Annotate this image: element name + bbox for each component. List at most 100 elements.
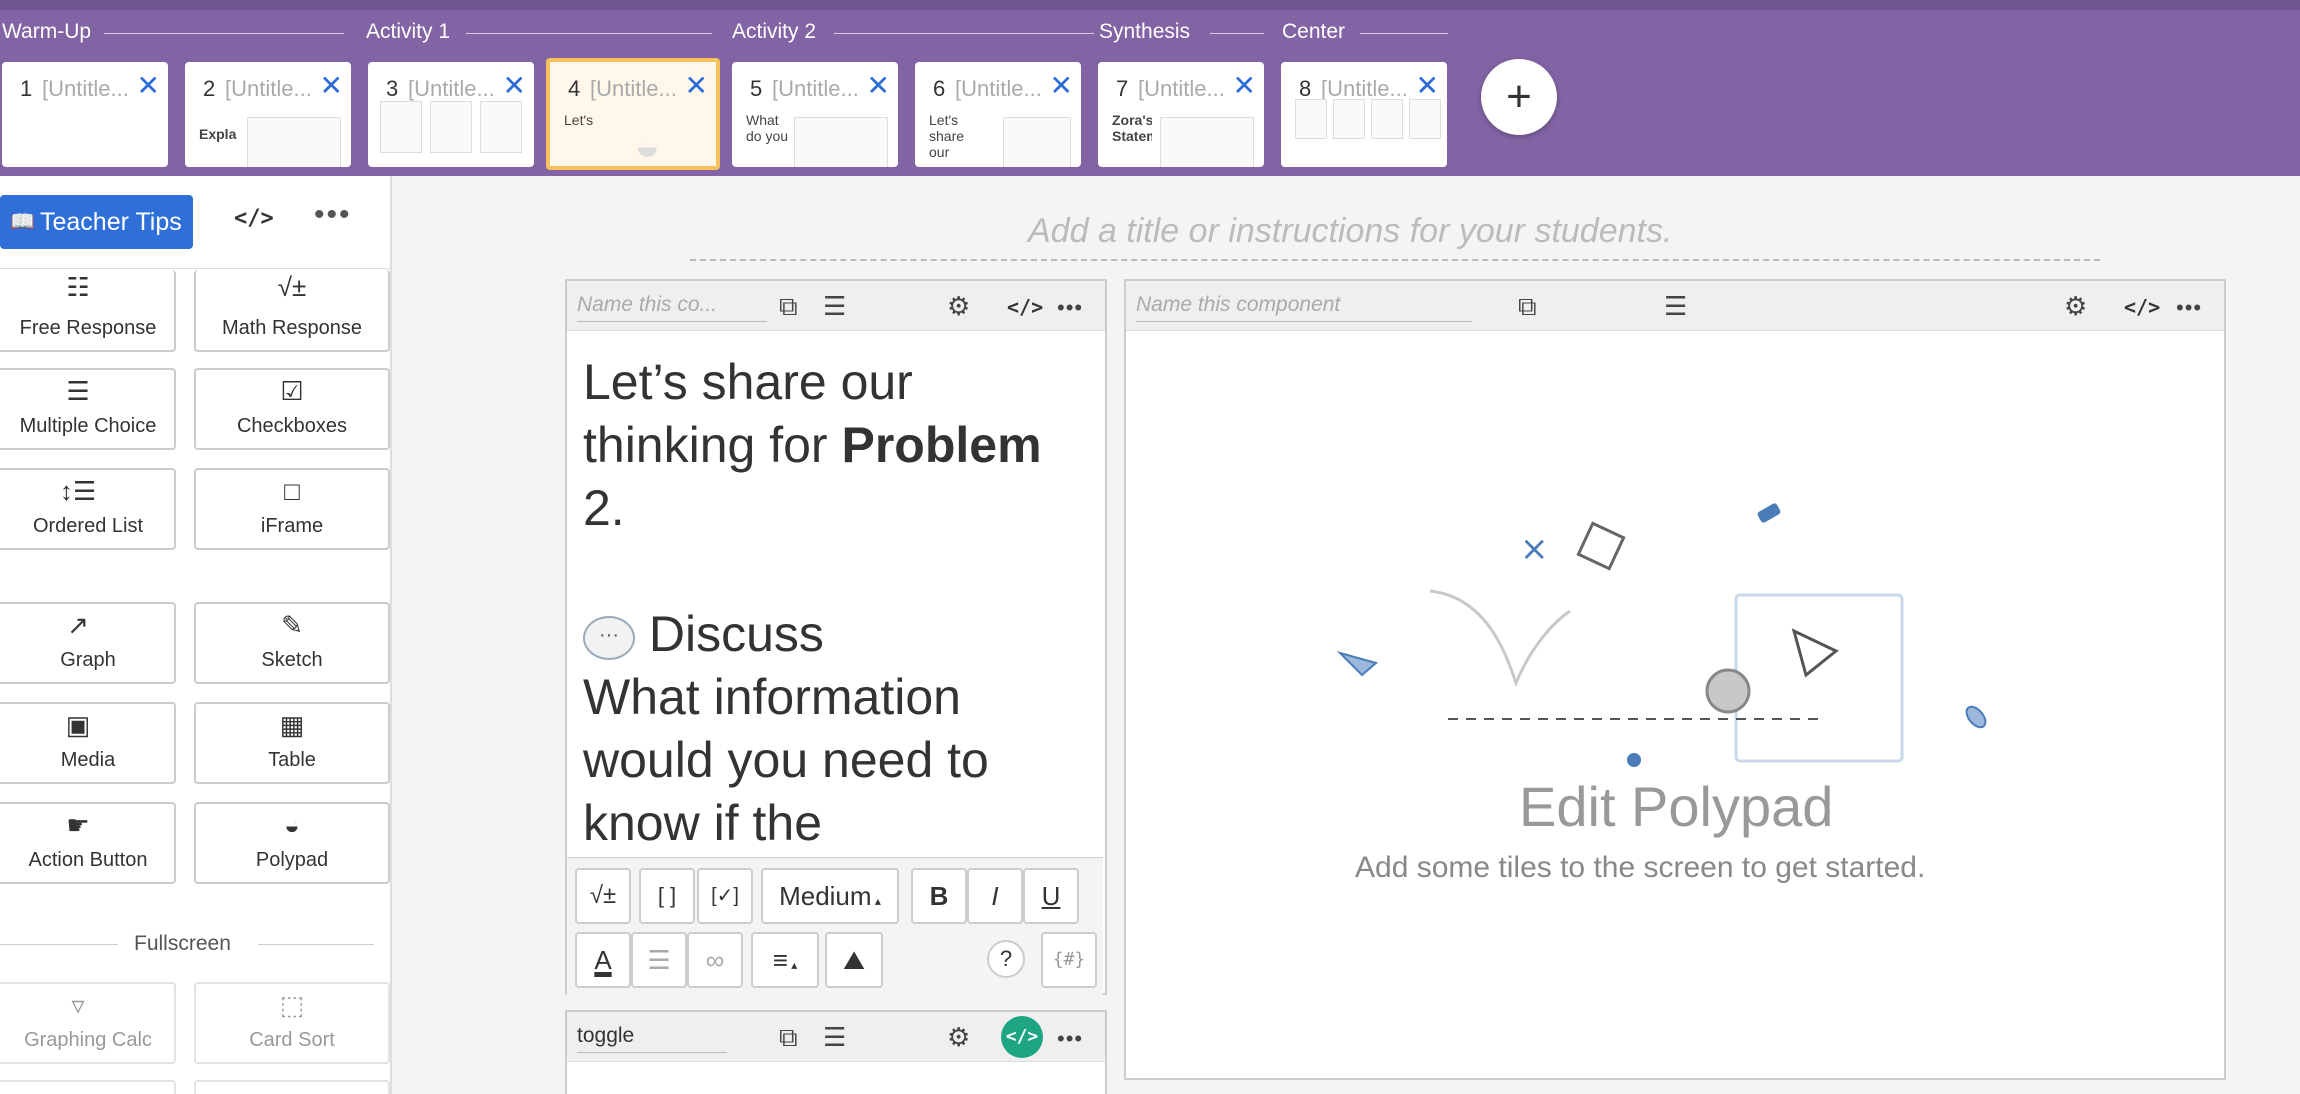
underline-button[interactable]: U [1023, 868, 1079, 924]
top-border [0, 0, 2300, 10]
italic-button[interactable]: I [967, 868, 1023, 924]
code-icon[interactable]: </> [234, 206, 274, 231]
close-icon[interactable]: ✕ [503, 72, 526, 100]
component-header: Name this component ⧉ ☰ ⚙ </> ••• [1126, 281, 2224, 331]
variable-button[interactable]: {#} [1041, 932, 1097, 988]
caret-down-icon: ▴ [871, 894, 881, 908]
close-icon[interactable]: ✕ [1050, 72, 1073, 100]
link-button[interactable]: ∞ [687, 932, 743, 988]
tile-graphing-calc[interactable]: ▿ Graphing Calc [0, 982, 176, 1064]
tile-label: Free Response [19, 317, 157, 339]
polypad-component[interactable]: Name this component ⧉ ☰ ⚙ </> ••• × [1124, 279, 2226, 1080]
text-component[interactable]: Name this co... ⧉ ☰ ⚙ </> ••• Let’s shar… [565, 279, 1107, 997]
tile-iframe[interactable]: □ iFrame [194, 468, 390, 550]
list-button[interactable]: ☰ [631, 932, 687, 988]
free-response-icon: ☷ [66, 272, 90, 302]
close-icon[interactable]: ✕ [1233, 72, 1256, 100]
add-screen-button[interactable]: + [1481, 59, 1557, 135]
screen-snippet: What do you [746, 112, 789, 144]
book-icon: 📖 [10, 211, 35, 233]
screen-number: 2 [203, 76, 216, 101]
tile-action-button[interactable]: ☛ Action Button [0, 802, 176, 884]
close-icon[interactable]: ✕ [137, 72, 160, 100]
blank-button[interactable]: [✓] [697, 868, 753, 924]
instructions-input[interactable]: Add a title or instructions for your stu… [1028, 212, 1672, 251]
tile-label: Card Sort [249, 1029, 335, 1051]
section-label-warm-up[interactable]: Warm-Up [2, 20, 91, 44]
screen-snippet: Zora's Statement [1112, 112, 1152, 144]
insert-image-button[interactable]: ⛰ [825, 932, 883, 988]
screen-card-7[interactable]: 7 [Untitle... ✕ Zora's Statement [1098, 62, 1264, 167]
tile-partial[interactable] [194, 1080, 390, 1094]
tile-label: Graphing Calc [24, 1029, 152, 1051]
screen-card-6[interactable]: 6 [Untitle... ✕ Let's share our [915, 62, 1081, 167]
toggle-component[interactable]: toggle ⧉ ☰ ⚙ </> ••• [565, 1010, 1107, 1094]
drag-handle-icon[interactable]: ☰ [823, 291, 846, 322]
tile-table[interactable]: ▦ Table [194, 702, 390, 784]
code-icon[interactable]: </> [2124, 295, 2160, 319]
math-button[interactable]: √± [575, 868, 631, 924]
brackets-button[interactable]: [ ] [639, 868, 695, 924]
component-header: Name this co... ⧉ ☰ ⚙ </> ••• [567, 281, 1105, 331]
section-label-synthesis[interactable]: Synthesis [1099, 20, 1190, 44]
align-select[interactable]: ≡ ▴ [751, 932, 819, 988]
copy-icon[interactable]: ⧉ [779, 291, 798, 323]
tile-card-sort[interactable]: ⬚ Card Sort [194, 982, 390, 1064]
code-icon[interactable]: </> [1007, 295, 1043, 319]
screen-card-5[interactable]: 5 [Untitle... ✕ What do you [732, 62, 898, 167]
tile-label: Sketch [261, 649, 323, 671]
screen-card-1[interactable]: 1 [Untitle... ✕ [2, 62, 168, 167]
screen-card-4[interactable]: 4 [Untitle... ✕ Let's ◒ [546, 58, 720, 170]
drag-handle-icon[interactable]: ☰ [823, 1022, 846, 1053]
screen-snippet: Let's share our [929, 112, 965, 160]
screen-card-2[interactable]: 2 [Untitle... ✕ Expla [185, 62, 351, 167]
tile-polypad[interactable]: ◒ Polypad [194, 802, 390, 884]
rich-text-content[interactable]: Let’s share our thinking for Problem 2. … [583, 351, 1083, 855]
panel-divider [0, 268, 390, 269]
teacher-tips-button[interactable]: 📖 Teacher Tips [0, 195, 193, 249]
screen-snippet: Expla [199, 126, 237, 142]
text-line: would you need to [583, 732, 989, 788]
more-options-icon[interactable]: ••• [314, 198, 352, 232]
screen-card-8[interactable]: 8 [Untitle... ✕ [1281, 62, 1447, 167]
text-color-button[interactable]: A [575, 932, 631, 988]
screen-card-3[interactable]: 3 [Untitle... ✕ [368, 62, 534, 167]
section-label-activity-2[interactable]: Activity 2 [732, 20, 816, 44]
close-icon[interactable]: ✕ [1416, 72, 1439, 100]
tile-multiple-choice[interactable]: ☰ Multiple Choice [0, 368, 176, 450]
tile-math-response[interactable]: √± Math Response [194, 270, 390, 352]
close-icon[interactable]: ✕ [685, 72, 708, 100]
instructions-underline [690, 259, 2100, 261]
more-options-icon[interactable]: ••• [2176, 295, 2202, 321]
code-icon[interactable]: </> [1001, 1016, 1043, 1058]
tile-media[interactable]: ▣ Media [0, 702, 176, 784]
fullscreen-heading: Fullscreen [134, 932, 231, 955]
more-options-icon[interactable]: ••• [1057, 1026, 1083, 1052]
tile-partial[interactable] [0, 1080, 176, 1094]
font-size-select[interactable]: Medium ▴ [761, 868, 899, 924]
tile-sketch[interactable]: ✎ Sketch [194, 602, 390, 684]
more-options-icon[interactable]: ••• [1057, 295, 1083, 321]
gear-icon[interactable]: ⚙ [2064, 291, 2087, 322]
tile-checkboxes[interactable]: ☑ Checkboxes [194, 368, 390, 450]
component-name-input[interactable]: Name this co... [577, 293, 767, 322]
section-label-activity-1[interactable]: Activity 1 [366, 20, 450, 44]
tile-graph[interactable]: ↗ Graph [0, 602, 176, 684]
tile-free-response[interactable]: ☷ Free Response [0, 270, 176, 352]
copy-icon[interactable]: ⧉ [779, 1022, 798, 1054]
tile-ordered-list[interactable]: ↕☰ Ordered List [0, 468, 176, 550]
component-name-input[interactable]: Name this component [1136, 293, 1472, 322]
tile-label: Media [60, 749, 116, 771]
gear-icon[interactable]: ⚙ [947, 1022, 970, 1053]
close-icon[interactable]: ✕ [867, 72, 890, 100]
help-icon[interactable]: ? [987, 940, 1025, 978]
drag-handle-icon[interactable]: ☰ [1664, 291, 1687, 322]
copy-icon[interactable]: ⧉ [1518, 291, 1537, 323]
gear-icon[interactable]: ⚙ [947, 291, 970, 322]
section-label-center[interactable]: Center [1282, 20, 1345, 44]
close-icon[interactable]: ✕ [320, 72, 343, 100]
bold-button[interactable]: B [911, 868, 967, 924]
polypad-title: Edit Polypad [1519, 775, 1834, 838]
component-name-input[interactable]: toggle [577, 1024, 727, 1053]
